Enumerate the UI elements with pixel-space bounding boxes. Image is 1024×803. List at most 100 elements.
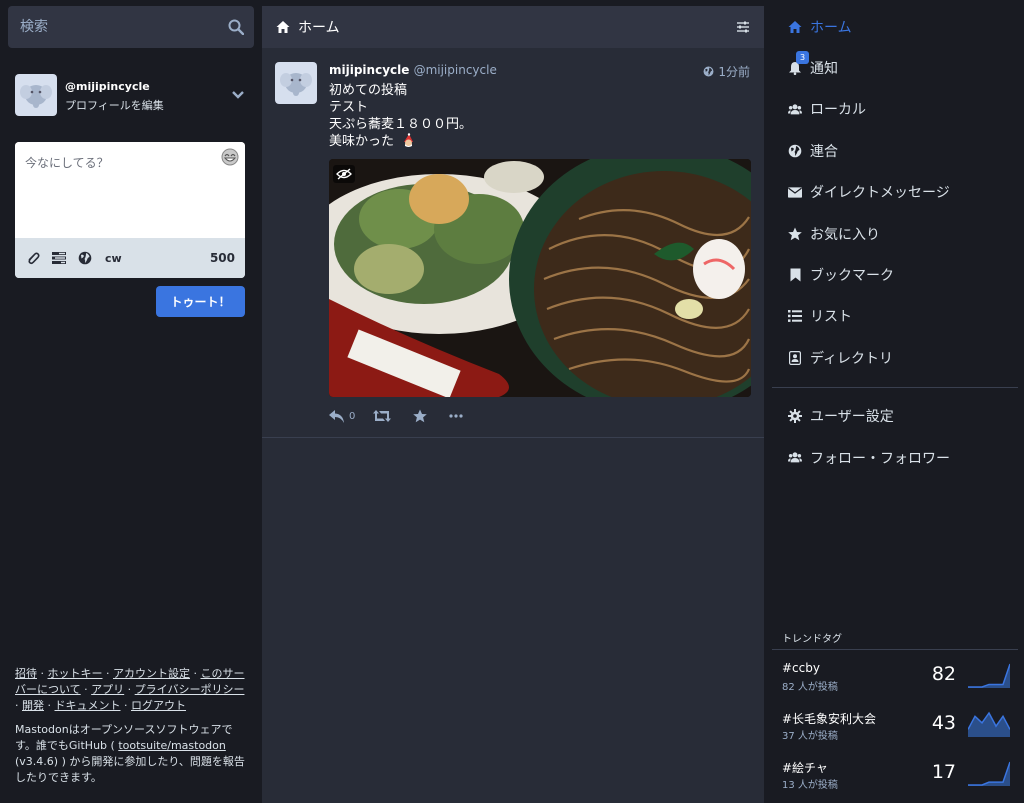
reply-count: 0 [349,410,356,422]
notification-badge: 3 [796,51,809,65]
status-actions: 0 [329,408,485,424]
footer-link-apps[interactable]: アプリ [91,683,124,696]
content-warning-button[interactable]: cw [105,252,122,265]
link-separator: · [37,667,48,680]
nav-item-direct[interactable]: ダイレクトメッセージ [772,172,1018,213]
link-separator: · [120,699,131,712]
gear-icon [788,409,802,424]
nav-label: ホーム [810,19,852,36]
nav-label: フォロー・フォロワー [810,450,950,467]
link-separator: · [80,683,92,696]
mastodon-avatar-icon [20,85,52,108]
users-icon [788,451,802,465]
about-suffix: (v3.4.6) ) から開発に参加したり、問題を報告したりできます。 [15,755,245,784]
account-header: @mijipincycle プロフィールを編集 [15,74,247,118]
nav-item-home[interactable]: ホーム [772,6,1018,47]
boost-button[interactable] [373,410,395,422]
relative-time: 1分前 [718,65,750,79]
footer-link-logout[interactable]: ログアウト [131,699,186,712]
status-author[interactable]: mijipincycle @mijipincycle [329,63,497,77]
compose-textarea[interactable] [15,142,245,238]
globe-icon[interactable] [77,250,93,266]
home-column: ホーム mijipincycle @mijipincycle 1分前 初めての投… [262,6,764,803]
list-icon [788,309,802,323]
envelope-icon [788,185,802,199]
content-line: テスト [329,100,369,115]
home-icon [788,20,802,34]
star-icon [413,409,428,423]
nav-label: お気に入り [810,226,880,243]
reply-button[interactable]: 0 [329,409,356,423]
eye-slash-icon [336,168,352,180]
toot-button[interactable]: トゥート！ [156,286,245,317]
search-input[interactable] [8,6,254,48]
column-title[interactable]: ホーム [298,17,340,37]
display-name: mijipincycle [329,63,410,77]
status-time[interactable]: 1分前 [703,63,750,80]
chevron-down-icon[interactable] [231,90,245,100]
trend-uses: 17 [931,761,956,783]
poll-icon[interactable] [51,250,67,266]
trend-item[interactable]: #絵チャ 13 人が投稿 17 [772,748,1018,797]
ellipsis-icon [449,414,463,418]
trend-uses: 82 [931,663,956,685]
globe-icon [703,66,714,77]
search-icon[interactable] [228,19,244,35]
trend-tag[interactable]: #长毛象安利大会 [782,710,876,727]
link-separator: · [102,667,113,680]
footer-link-invite[interactable]: 招待 [15,667,37,680]
nav-item-local[interactable]: ローカル [772,89,1018,130]
hide-media-button[interactable] [333,165,355,183]
home-icon [276,21,290,33]
content-line: 天ぷら蕎麦１８００円。 [329,117,473,132]
nav-item-bookmarks[interactable]: ブックマーク [772,254,1018,295]
trend-item[interactable]: #ccby 82 人が投稿 82 [772,650,1018,699]
nav-item-federated[interactable]: 連合 [772,130,1018,171]
link-separator: · [190,667,201,680]
nav-label: ローカル [810,102,866,119]
footer-link-account-settings[interactable]: アカウント設定 [113,667,190,680]
tempura-soba-photo [329,159,751,397]
nav-item-notifications[interactable]: 3 通知 [772,47,1018,88]
compose-panel: @mijipincycle プロフィールを編集 cw 500 ト [8,6,254,803]
emoji-picker-icon[interactable] [221,148,239,166]
nav-label: 連合 [810,143,838,160]
trend-item[interactable]: #长毛象安利大会 37 人が投稿 43 [772,699,1018,748]
github-link[interactable]: tootsuite/mastodon [118,739,226,752]
trend-sparkline [968,711,1010,737]
users-icon [788,102,802,116]
nav-label: ダイレクトメッセージ [810,185,950,202]
star-icon [788,227,802,241]
trend-tag[interactable]: #ccby [782,661,820,675]
santa-emoji-icon [404,133,414,147]
content-line: 美味かった [329,134,395,149]
link-separator: · [44,699,55,712]
trend-uses: 43 [931,712,956,734]
edit-profile-link[interactable]: プロフィールを編集 [65,97,164,113]
nav-item-favourites[interactable]: お気に入り [772,213,1018,254]
paperclip-icon[interactable] [25,250,41,266]
link-separator: · [15,699,22,712]
avatar[interactable] [15,74,57,116]
search-box [8,6,254,48]
trend-people: 13 人が投稿 [782,780,838,791]
status-post[interactable]: mijipincycle @mijipincycle 1分前 初めての投稿 テス… [262,48,764,438]
trend-tag[interactable]: #絵チャ [782,759,828,776]
nav-item-lists[interactable]: リスト [772,296,1018,337]
account-handle[interactable]: @mijipincycle [65,80,150,93]
nav-item-follows[interactable]: フォロー・フォロワー [772,437,1018,478]
media-attachment[interactable] [329,159,751,397]
footer-link-develop[interactable]: 開発 [22,699,44,712]
footer-link-privacy[interactable]: プライバシーポリシー [135,683,245,696]
footer-link-docs[interactable]: ドキュメント [55,699,121,712]
nav-label: 通知 [810,61,838,78]
compose-form: cw 500 [15,142,245,278]
nav-item-directory[interactable]: ディレクトリ [772,337,1018,378]
status-avatar[interactable] [275,62,317,104]
column-settings-icon[interactable] [736,20,750,34]
footer-link-hotkeys[interactable]: ホットキー [48,667,103,680]
favourite-button[interactable] [413,409,431,423]
trend-people: 82 人が投稿 [782,682,838,693]
nav-item-preferences[interactable]: ユーザー設定 [772,396,1018,437]
more-button[interactable] [449,414,467,418]
